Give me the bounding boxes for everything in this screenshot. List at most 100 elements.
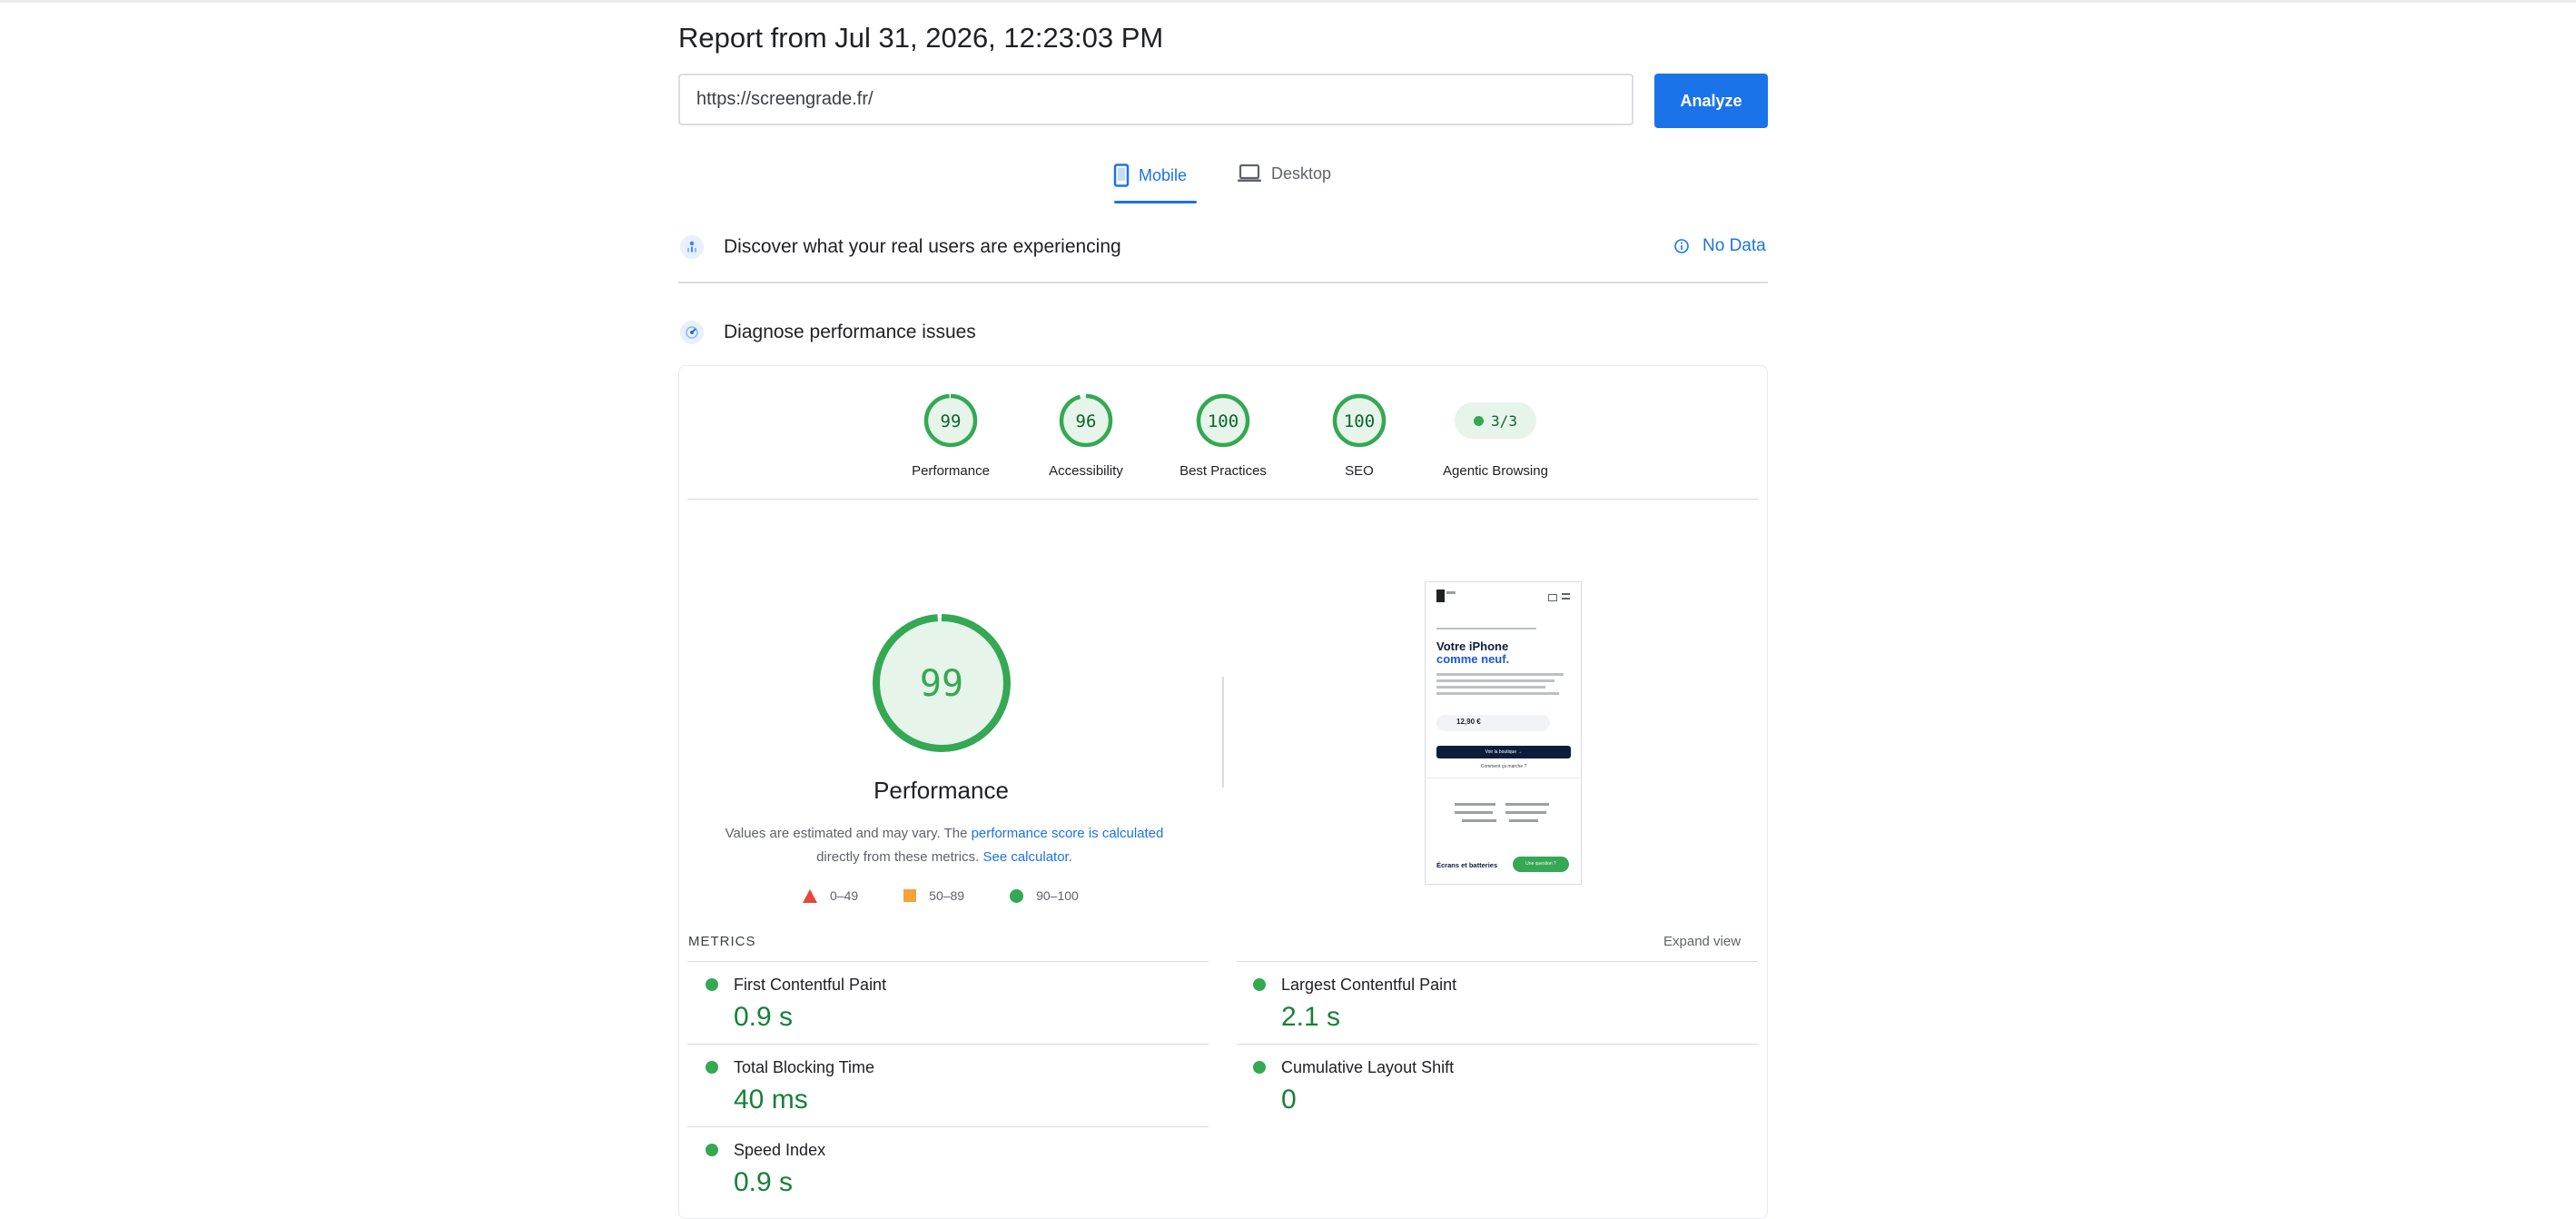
metric-name-cls: Cumulative Layout Shift [1281, 1058, 1455, 1076]
lcp-pass-icon [1253, 978, 1266, 991]
metric-name-lcp: Largest Contentful Paint [1281, 976, 1457, 994]
active-tab-indicator [1114, 201, 1197, 203]
score-seo: 100 [1344, 411, 1375, 431]
label-best-practices: Best Practices [1179, 463, 1267, 479]
legend-average-label: 50–89 [929, 888, 965, 903]
note-text-prefix: Values are estimated and may vary. The [725, 826, 972, 841]
performance-title: Performance [873, 777, 1009, 804]
expand-view-button[interactable]: Expand view [1663, 934, 1741, 949]
category-performance[interactable]: 99 Performance [905, 393, 996, 479]
feature-line-icon [1509, 819, 1538, 822]
performance-score-large: 99 [920, 663, 963, 705]
label-agentic-browsing: Agentic Browsing [1443, 463, 1548, 479]
si-pass-icon [706, 1144, 718, 1156]
metric-value-fcp: 0.9 s [734, 1002, 794, 1032]
no-data-indicator[interactable]: No Data [1673, 236, 1766, 256]
field-data-icon [680, 235, 704, 259]
diagnose-title: Diagnose performance issues [724, 322, 976, 342]
category-accessibility[interactable]: 96 Accessibility [1041, 393, 1131, 479]
metric-name-fcp: First Contentful Paint [734, 976, 887, 994]
thumb-bottom-title: Écrans et batteries [1436, 861, 1498, 869]
page-screenshot-thumbnail[interactable]: Votre iPhone comme neuf. 12,90 € Voir la… [1425, 581, 1582, 885]
text-line-icon [1436, 692, 1559, 695]
metric-value-lcp: 2.1 s [1281, 1002, 1341, 1032]
feature-line-icon [1505, 811, 1546, 814]
label-seo: SEO [1345, 463, 1374, 479]
category-seo[interactable]: 100 SEO [1314, 393, 1405, 479]
site-logo-text-icon [1446, 591, 1456, 594]
score-accessibility: 96 [1076, 411, 1097, 431]
price-pill: 12,90 € [1436, 715, 1550, 731]
text-line-icon [1436, 686, 1545, 689]
top-border [0, 0, 2576, 3]
text-line-icon [1436, 679, 1554, 682]
thumb-heading-line1: Votre iPhone [1436, 639, 1509, 653]
metrics-row-divider [687, 1044, 1209, 1045]
metric-value-si: 0.9 s [734, 1167, 794, 1197]
label-performance: Performance [912, 463, 990, 479]
site-logo-icon [1436, 590, 1445, 602]
performance-gauge-large: 99 [873, 614, 1011, 752]
thumb-heading-line2: comme neuf. [1436, 652, 1510, 666]
laptop-icon [1238, 164, 1261, 182]
label-accessibility: Accessibility [1049, 463, 1123, 479]
menu-icon [1562, 593, 1570, 600]
phone-icon [1113, 164, 1130, 187]
thumb-chat-button: Une question ? [1513, 857, 1569, 872]
feature-line-icon [1455, 803, 1495, 806]
gauge-performance: 99 [923, 393, 978, 448]
feature-line-icon [1455, 811, 1493, 814]
thumb-shop-button: Voir la boutique → [1436, 746, 1571, 758]
metrics-row-divider [1237, 1044, 1758, 1045]
gauge-accessibility: 96 [1059, 393, 1113, 448]
gauge-seo: 100 [1332, 393, 1387, 448]
category-agentic-browsing[interactable]: 3/3 [1455, 402, 1536, 439]
metric-largest-contentful-paint: Largest Contentful Paint 2.1 s [1281, 976, 1456, 1033]
note-text-suffix: . [1068, 849, 1072, 865]
no-data-label: No Data [1703, 236, 1766, 255]
card-divider [687, 499, 1759, 500]
metrics-row-divider [687, 1126, 1209, 1127]
category-best-practices[interactable]: 100 Best Practices [1178, 393, 1268, 479]
performance-note: Values are estimated and may vary. The p… [708, 822, 1180, 869]
tbt-pass-icon [706, 1061, 718, 1074]
metrics-divider-left [687, 961, 1209, 962]
analyze-button[interactable]: Analyze [1654, 74, 1768, 128]
metric-value-cls: 0 [1281, 1085, 1297, 1115]
url-input[interactable] [678, 74, 1633, 125]
cart-icon [1548, 594, 1557, 601]
metrics-divider-right [1237, 961, 1758, 962]
vertical-divider [1222, 677, 1224, 788]
see-calculator-link[interactable]: See calculator [982, 849, 1068, 865]
metric-name-si: Speed Index [734, 1141, 826, 1159]
info-icon [1674, 239, 1689, 253]
feature-line-icon [1462, 819, 1496, 822]
note-text-middle: directly from these metrics. [816, 849, 983, 865]
cls-pass-icon [1253, 1061, 1266, 1074]
text-line-icon [1436, 673, 1564, 676]
tab-desktop[interactable]: Desktop [1237, 164, 1331, 183]
thumb-how-link: Comment ça marche ? [1480, 764, 1527, 769]
feature-line-icon [1505, 803, 1549, 806]
legend-pass: 90–100 [1010, 888, 1079, 903]
field-data-title: Discover what your real users are experi… [724, 236, 1121, 257]
tab-mobile[interactable]: Mobile [1113, 164, 1187, 187]
thumb-heading: Votre iPhone comme neuf. [1436, 640, 1509, 666]
breadcrumb-placeholder-icon [1436, 628, 1536, 629]
score-calculated-link[interactable]: performance score is calculated [972, 826, 1164, 841]
metric-value-tbt: 40 ms [734, 1085, 808, 1115]
legend-fail-label: 0–49 [830, 888, 859, 903]
tab-desktop-label: Desktop [1271, 164, 1332, 183]
gauge-best-practices: 100 [1196, 393, 1250, 448]
pass-dot-icon [1474, 415, 1485, 426]
legend-fail: 0–49 [803, 888, 858, 903]
average-square-icon [903, 889, 917, 902]
metric-first-contentful-paint: First Contentful Paint 0.9 s [734, 976, 886, 1033]
legend-average: 50–89 [903, 888, 964, 903]
score-performance: 99 [941, 411, 962, 431]
score-best-practices: 100 [1208, 411, 1239, 431]
diagnose-icon [680, 321, 704, 344]
metric-cumulative-layout-shift: Cumulative Layout Shift 0 [1281, 1058, 1454, 1115]
metric-name-tbt: Total Blocking Time [734, 1058, 875, 1076]
fail-triangle-icon [803, 888, 817, 903]
